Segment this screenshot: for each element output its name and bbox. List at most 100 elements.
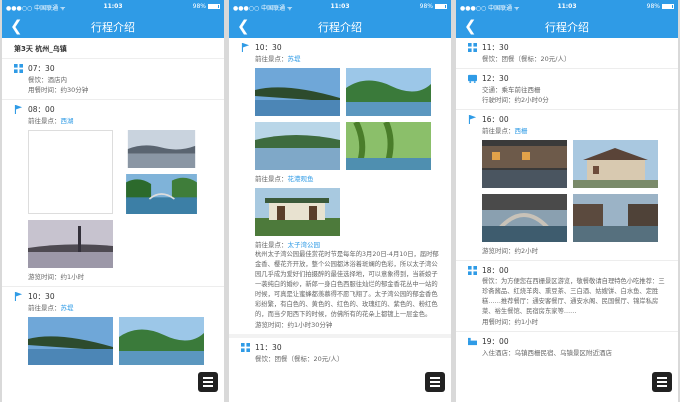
destination-label: 前往景点： bbox=[28, 304, 61, 312]
destination-label: 前往景点： bbox=[28, 117, 61, 125]
lake-photo[interactable] bbox=[119, 130, 204, 168]
meal-icon bbox=[241, 343, 250, 352]
list-item: 16：00 前往景点：西栅 游览时间：约2小时 bbox=[456, 110, 678, 261]
battery-percent: 98% bbox=[646, 3, 660, 10]
item-duration: 游览时间：约2小时 bbox=[482, 247, 539, 255]
item-time: 18：00 bbox=[482, 266, 509, 275]
destination-link[interactable]: 太子湾公园 bbox=[288, 241, 321, 249]
page-title: 行程介绍 bbox=[318, 21, 362, 34]
meal-icon bbox=[468, 266, 477, 275]
list-item: 12：30 交通：乘车前往西栅 行驶时间：约2小时0分 bbox=[456, 69, 678, 110]
list-item: 11：30 餐饮：团餐（餐标：20元/人） bbox=[456, 38, 678, 69]
water-town-photo[interactable] bbox=[482, 140, 567, 188]
destination-link[interactable]: 苏堤 bbox=[61, 304, 74, 312]
nav-bar: ❮ 行程介绍 bbox=[456, 14, 678, 38]
stone-bridge-photo[interactable] bbox=[482, 194, 567, 242]
status-bar: ●●●○○ 中国联通 ᯤ 11:03 98% bbox=[2, 0, 224, 14]
item-detail: 餐饮：团餐（餐标：20元/人） bbox=[482, 55, 571, 63]
destination-link[interactable]: 西栅 bbox=[515, 127, 528, 135]
flag-icon bbox=[14, 292, 23, 301]
canal-photo[interactable] bbox=[573, 194, 658, 242]
phone-screen-1: ●●●○○ 中国联通 ᯤ 11:03 98% ❮ 行程介绍 第3天 杭州_乌镇 … bbox=[2, 0, 224, 402]
destination-link[interactable]: 花港观鱼 bbox=[288, 175, 314, 183]
item-duration: 游览时间：约1小时30分钟 bbox=[255, 321, 333, 329]
item-time: 19：00 bbox=[482, 337, 509, 346]
willow-photo[interactable] bbox=[119, 317, 204, 365]
destination-label: 前往景点： bbox=[482, 127, 515, 135]
photo-grid bbox=[241, 68, 445, 170]
sunset-lake-photo[interactable] bbox=[28, 220, 113, 268]
item-detail: 餐饮：酒店内 bbox=[28, 76, 67, 84]
clock: 11:03 bbox=[557, 3, 577, 10]
item-duration: 用餐时间：约30分钟 bbox=[28, 86, 89, 94]
item-duration: 游览时间：约1小时 bbox=[28, 273, 85, 281]
battery-icon bbox=[435, 4, 447, 9]
item-time: 11：30 bbox=[482, 43, 509, 52]
list-item: 10：30 前往景点：苏堤 bbox=[2, 287, 224, 373]
day-title: 第3天 杭州_乌镇 bbox=[2, 38, 224, 59]
photo-grid bbox=[241, 188, 445, 236]
causeway-photo[interactable] bbox=[255, 68, 340, 116]
page-title: 行程介绍 bbox=[91, 21, 135, 34]
willow-lake-photo[interactable] bbox=[346, 122, 431, 170]
willow-photo[interactable] bbox=[346, 68, 431, 116]
photo-grid bbox=[14, 130, 218, 268]
battery-icon bbox=[208, 4, 220, 9]
battery-indicator: 98% bbox=[193, 3, 220, 10]
flag-icon bbox=[241, 43, 250, 52]
park-gate-photo[interactable] bbox=[255, 188, 340, 236]
itinerary-list[interactable]: 10：30 前往景点：苏堤 前往景点：花港观鱼 前往景点：太子湾公园 杭州太子湾… bbox=[229, 38, 451, 402]
item-time: 11：30 bbox=[255, 343, 282, 352]
item-detail: 交通：乘车前往西栅 bbox=[482, 86, 541, 94]
status-bar: ●●●○○ 中国联通 ᯤ 11:03 98% bbox=[229, 0, 451, 14]
list-item: 08：00 前往景点：西湖 游览时间：约1小时 bbox=[2, 100, 224, 287]
battery-percent: 98% bbox=[192, 3, 206, 10]
list-item: 18：00 餐饮：为方便您在西栅景区游览，敬餐敬请自理特色小吃推荐：三珍斋酱品、… bbox=[456, 261, 678, 332]
causeway-photo[interactable] bbox=[28, 317, 113, 365]
photo-placeholder[interactable] bbox=[28, 130, 113, 214]
menu-button[interactable] bbox=[198, 372, 218, 392]
clock: 11:03 bbox=[330, 3, 350, 10]
destination-link[interactable]: 西湖 bbox=[61, 117, 74, 125]
meal-icon bbox=[468, 43, 477, 52]
item-detail: 入住酒店：乌镇西栅民宿、乌镇景区附近酒店 bbox=[482, 349, 612, 357]
item-time: 10：30 bbox=[255, 43, 282, 52]
meal-icon bbox=[14, 64, 23, 73]
status-bar: ●●●○○ 中国联通 ᯤ 11:03 98% bbox=[456, 0, 678, 14]
item-time: 07：30 bbox=[28, 64, 55, 73]
list-item: 11：30 餐饮：团餐（餐标：20元/人） bbox=[229, 338, 451, 368]
battery-indicator: 98% bbox=[647, 3, 674, 10]
itinerary-list[interactable]: 第3天 杭州_乌镇 07：30 餐饮：酒店内 用餐时间：约30分钟 08：00 … bbox=[2, 38, 224, 402]
clock: 11:03 bbox=[103, 3, 123, 10]
destination-label: 前往景点： bbox=[255, 55, 288, 63]
phone-screen-2: ●●●○○ 中国联通 ᯤ 11:03 98% ❮ 行程介绍 10：30 前往景点… bbox=[229, 0, 451, 402]
menu-button[interactable] bbox=[652, 372, 672, 392]
battery-icon bbox=[662, 4, 674, 9]
item-time: 12：30 bbox=[482, 74, 509, 83]
list-item: 10：30 前往景点：苏堤 前往景点：花港观鱼 前往景点：太子湾公园 杭州太子湾… bbox=[229, 38, 451, 334]
item-time: 10：30 bbox=[28, 292, 55, 301]
flag-icon bbox=[468, 115, 477, 124]
item-time: 08：00 bbox=[28, 105, 55, 114]
page-title: 行程介绍 bbox=[545, 21, 589, 34]
hotel-icon bbox=[468, 337, 477, 346]
old-house-photo[interactable] bbox=[573, 140, 658, 188]
destination-label: 前往景点： bbox=[255, 175, 288, 183]
item-time: 16：00 bbox=[482, 115, 509, 124]
battery-percent: 98% bbox=[419, 3, 433, 10]
item-detail: 餐饮：团餐（餐标：20元/人） bbox=[255, 355, 344, 363]
itinerary-list[interactable]: 11：30 餐饮：团餐（餐标：20元/人） 12：30 交通：乘车前往西栅 行驶… bbox=[456, 38, 678, 402]
bridge-photo[interactable] bbox=[119, 174, 204, 214]
destination-label: 前往景点： bbox=[255, 241, 288, 249]
phone-screen-3: ●●●○○ 中国联通 ᯤ 11:03 98% ❮ 行程介绍 11：30 餐饮：团… bbox=[456, 0, 678, 402]
nav-bar: ❮ 行程介绍 bbox=[229, 14, 451, 38]
item-duration: 行驶时间：约2小时0分 bbox=[482, 96, 549, 104]
flag-icon bbox=[14, 105, 23, 114]
meal-description: 餐饮：为方便您在西栅景区游览，敬餐敬请自理特色小吃推荐：三珍斋酱品、红烧羊肉、熏… bbox=[482, 278, 665, 315]
menu-button[interactable] bbox=[425, 372, 445, 392]
photo-grid bbox=[14, 317, 218, 365]
lake-reflection-photo[interactable] bbox=[255, 122, 340, 170]
attraction-description: 杭州太子湾公园最佳赏花时节是每年的3月20日-4月10日，届时郁金香、樱花齐开放… bbox=[255, 251, 439, 318]
destination-link[interactable]: 苏堤 bbox=[288, 55, 301, 63]
item-duration: 用餐时间：约1小时 bbox=[482, 318, 539, 326]
